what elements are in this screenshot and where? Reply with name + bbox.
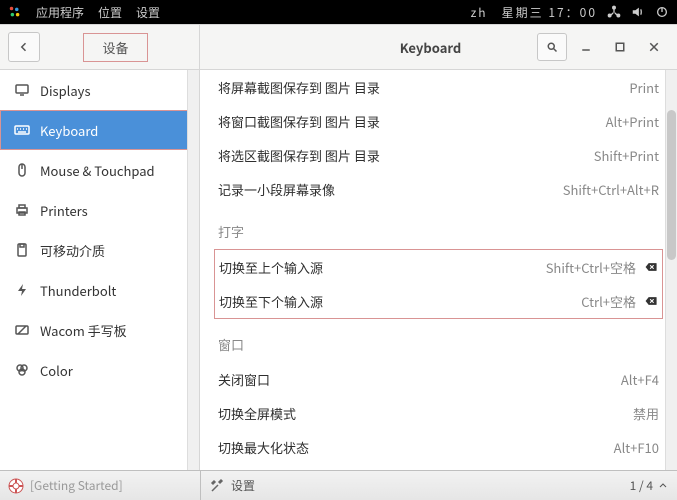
- sidebar-item-printers[interactable]: Printers: [0, 190, 199, 230]
- sidebar-icon: [14, 322, 30, 338]
- left-header: 设备: [0, 25, 199, 70]
- help-icon[interactable]: [8, 478, 24, 494]
- lang-indicator[interactable]: zh: [471, 4, 488, 21]
- menu-places[interactable]: 位置: [98, 4, 122, 21]
- sidebar-icon: [14, 242, 30, 258]
- sidebar-item-mouse-touchpad[interactable]: Mouse & Touchpad: [0, 150, 199, 190]
- shortcut-row[interactable]: 关闭窗口 Alt+F4: [218, 362, 659, 396]
- sidebar-icon: [14, 282, 30, 298]
- backspace-icon[interactable]: [644, 260, 658, 274]
- bottom-panel: [Getting Started] 设置 1 / 4: [0, 470, 677, 500]
- taskbar-item-settings[interactable]: 设置: [231, 477, 255, 494]
- shortcut-row[interactable]: 将选区截图保存到 图片 目录 Shift+Print: [218, 138, 659, 172]
- sidebar-item-label: Mouse & Touchpad: [40, 161, 155, 180]
- sidebar-item-label: 可移动介质: [40, 241, 105, 260]
- menu-settings[interactable]: 设置: [136, 4, 160, 21]
- left-scrollbar[interactable]: [187, 70, 199, 470]
- taskbar-item-help[interactable]: [Getting Started]: [30, 477, 123, 494]
- shortcut-value: Shift+Ctrl+Alt+R: [563, 180, 659, 199]
- sidebar-item-label: Color: [40, 361, 73, 380]
- shortcut-row[interactable]: 切换至下个输入源 Ctrl+空格: [219, 284, 658, 318]
- shortcut-row[interactable]: 在位于所有或仅一个工作区的窗口间切换禁用: [218, 464, 659, 470]
- shortcut-row[interactable]: 切换至上个输入源 Shift+Ctrl+空格: [219, 250, 658, 284]
- workspace-indicator[interactable]: 1 / 4: [630, 477, 653, 494]
- minimize-button[interactable]: [571, 33, 601, 61]
- sidebar-item--[interactable]: 可移动介质: [0, 230, 199, 270]
- menu-apps[interactable]: 应用程序: [36, 4, 84, 21]
- backspace-icon[interactable]: [644, 294, 658, 308]
- search-button[interactable]: [537, 33, 567, 61]
- settings-icon[interactable]: [209, 478, 225, 494]
- maximize-button[interactable]: [605, 33, 635, 61]
- workspace-menu-icon[interactable]: [659, 482, 667, 490]
- shortcut-value: Shift+Print: [594, 146, 659, 165]
- shortcut-label: 切换至上个输入源: [219, 258, 323, 277]
- shortcut-label: 切换至下个输入源: [219, 292, 323, 311]
- shortcut-label: 将屏幕截图保存到 图片 目录: [218, 78, 380, 97]
- sidebar-item-label: Thunderbolt: [40, 281, 116, 300]
- settings-window: 设备 Displays Keyboard Mouse & Touchpad Print…: [0, 24, 677, 470]
- sidebar-item-label: Wacom 手写板: [40, 321, 127, 340]
- shortcut-row[interactable]: 切换全屏模式 禁用: [218, 396, 659, 430]
- shortcut-row[interactable]: 记录一小段屏幕录像 Shift+Ctrl+Alt+R: [218, 172, 659, 206]
- sidebar-icon: [14, 362, 30, 378]
- shortcut-label: 切换最大化状态: [218, 438, 309, 457]
- shortcut-label: 将窗口截图保存到 图片 目录: [218, 112, 380, 131]
- sidebar-item-label: Printers: [40, 201, 88, 220]
- sidebar: Displays Keyboard Mouse & Touchpad Printers…: [0, 70, 199, 470]
- sidebar-icon: [14, 202, 30, 218]
- close-button[interactable]: [639, 33, 669, 61]
- power-icon[interactable]: [655, 5, 669, 19]
- shortcut-label: 记录一小段屏幕录像: [218, 180, 335, 199]
- shortcut-row[interactable]: 将屏幕截图保存到 图片 目录 Print: [218, 70, 659, 104]
- section-window: 窗口: [218, 319, 659, 362]
- shortcut-value: 禁用: [633, 404, 659, 423]
- volume-icon[interactable]: [631, 5, 645, 19]
- sidebar-item-keyboard[interactable]: Keyboard: [0, 110, 199, 150]
- shortcut-value: Shift+Ctrl+空格: [546, 258, 658, 277]
- sidebar-item-label: Displays: [40, 81, 91, 100]
- panel-title: 设备: [40, 38, 191, 57]
- sidebar-icon: [14, 122, 30, 138]
- activities-logo: [8, 5, 22, 19]
- section-typing: 打字: [218, 206, 659, 249]
- shortcut-label: 将选区截图保存到 图片 目录: [218, 146, 380, 165]
- highlighted-group: 切换至上个输入源 Shift+Ctrl+空格 切换至下个输入源 Ctrl+空格: [214, 249, 663, 319]
- shortcut-row[interactable]: 将窗口截图保存到 图片 目录 Alt+Print: [218, 104, 659, 138]
- right-header: Keyboard: [200, 25, 677, 70]
- shortcut-list: 将屏幕截图保存到 图片 目录 Print 将窗口截图保存到 图片 目录 Alt+Pri…: [200, 70, 677, 470]
- left-pane: 设备 Displays Keyboard Mouse & Touchpad Print…: [0, 25, 200, 470]
- shortcut-value: Alt+F4: [621, 370, 659, 389]
- shortcut-label: 切换全屏模式: [218, 404, 296, 423]
- sidebar-item-displays[interactable]: Displays: [0, 70, 199, 110]
- shortcut-value: Print: [629, 78, 659, 97]
- shortcut-value: Alt+Print: [606, 112, 659, 131]
- shortcut-value: Ctrl+空格: [581, 292, 658, 311]
- shortcut-value: Alt+F10: [614, 438, 659, 457]
- sidebar-item-color[interactable]: Color: [0, 350, 199, 390]
- sidebar-item-wacom-[interactable]: Wacom 手写板: [0, 310, 199, 350]
- clock[interactable]: 星期三 17：00: [502, 4, 597, 21]
- right-scrollbar[interactable]: [665, 70, 677, 470]
- sidebar-item-thunderbolt[interactable]: Thunderbolt: [0, 270, 199, 310]
- page-title: Keyboard: [328, 38, 533, 57]
- sidebar-item-label: Keyboard: [40, 121, 98, 140]
- sidebar-icon: [14, 82, 30, 98]
- back-button[interactable]: [8, 32, 40, 62]
- right-pane: Keyboard 将屏幕截图保存到 图片 目录 Print 将窗口截图保存到 图片 …: [200, 25, 677, 470]
- network-icon[interactable]: [607, 5, 621, 19]
- shortcut-row[interactable]: 切换最大化状态 Alt+F10: [218, 430, 659, 464]
- gnome-topbar: 应用程序 位置 设置 zh 星期三 17：00: [0, 0, 677, 24]
- sidebar-icon: [14, 162, 30, 178]
- shortcut-label: 关闭窗口: [218, 370, 270, 389]
